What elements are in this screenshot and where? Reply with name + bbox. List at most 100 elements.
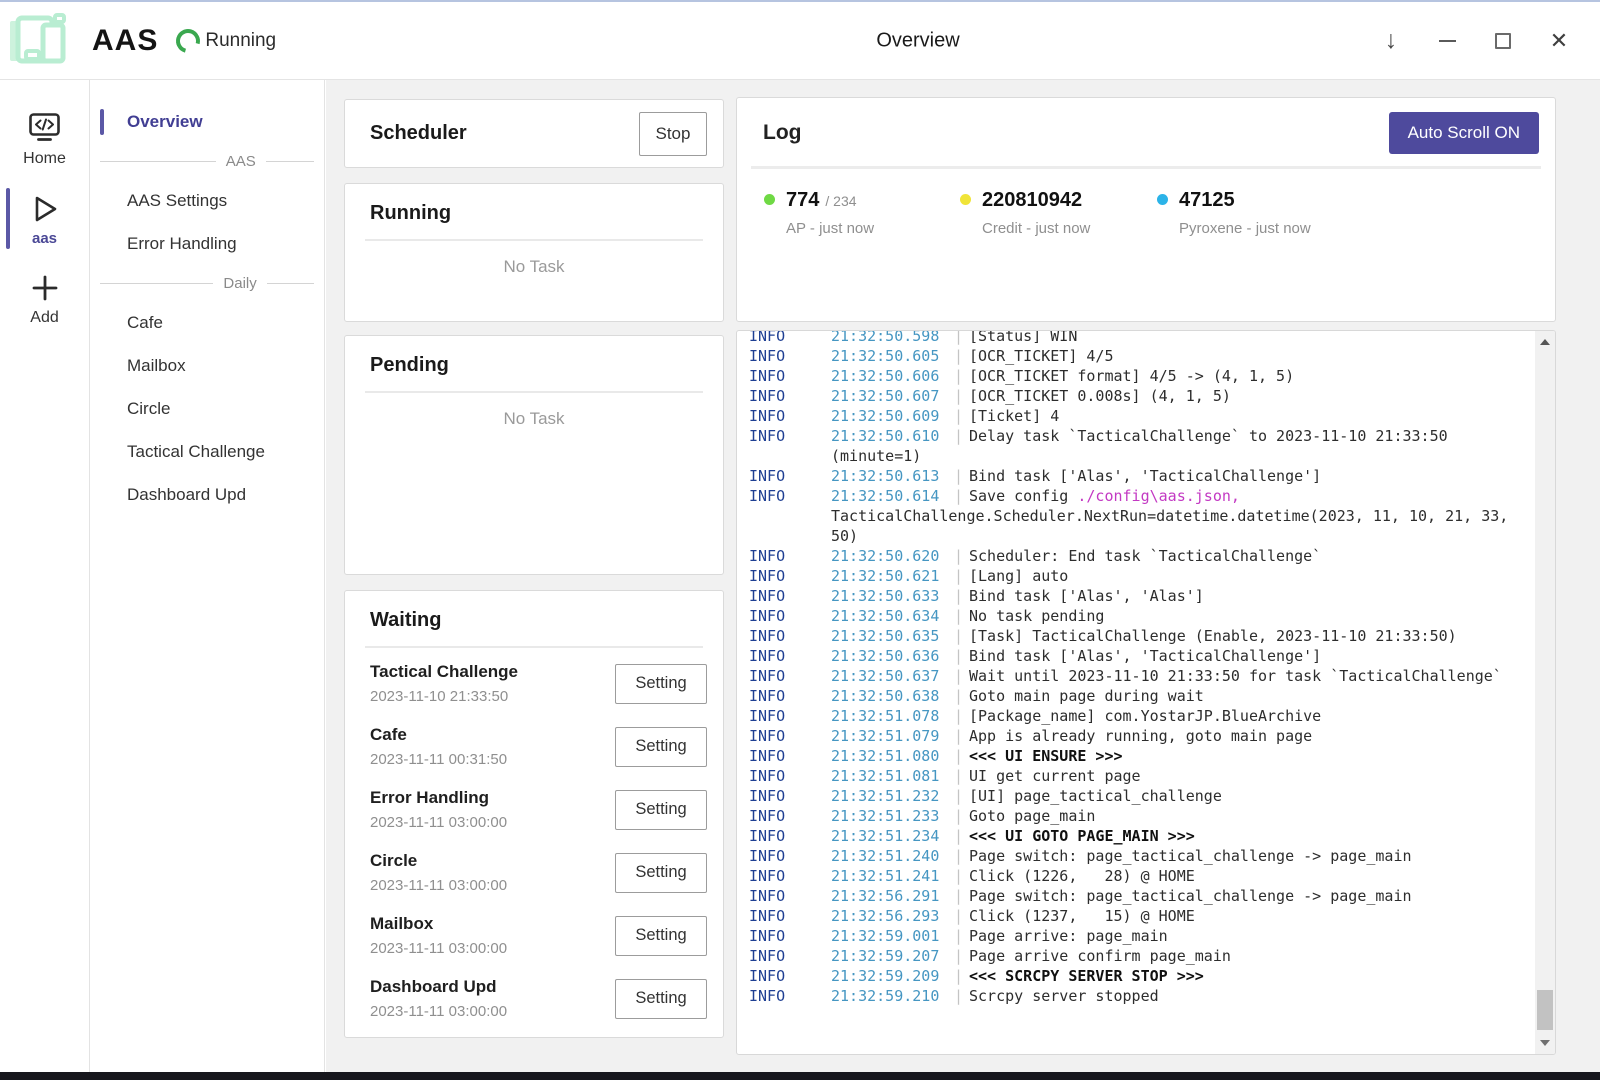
log-line: INFO21:32:50.605|[OCR_TICKET] 4/5 (749, 346, 1535, 366)
log-timestamp: 21:32:51.078 (831, 706, 954, 726)
log-separator: | (954, 606, 969, 626)
log-timestamp: 21:32:50.606 (831, 366, 954, 386)
task-next-run-time: 2023-11-11 03:00:00 (370, 877, 507, 895)
log-separator: | (954, 586, 969, 606)
setting-button[interactable]: Setting (615, 664, 707, 704)
task-next-run-time: 2023-11-10 21:33:50 (370, 688, 518, 706)
log-separator: | (954, 646, 969, 666)
app-name: AAS (92, 24, 158, 58)
log-line: INFO21:32:51.078|[Package_name] com.Yost… (749, 706, 1535, 726)
nav-item-label: Dashboard Upd (127, 485, 246, 504)
log-scrollbar[interactable] (1535, 331, 1555, 1054)
stat-item: 774 / 234 AP - just now (764, 189, 960, 237)
log-timestamp: 21:32:50.607 (831, 386, 954, 406)
log-message: Click (1226, 28) @ HOME (969, 867, 1195, 885)
task-info: Mailbox2023-11-11 03:00:00 (370, 913, 507, 958)
pending-title: Pending (370, 354, 723, 377)
auto-scroll-button[interactable]: Auto Scroll ON (1389, 112, 1539, 154)
task-next-run-time: 2023-11-11 03:00:00 (370, 940, 507, 958)
log-line: INFO21:32:50.614|Save config ./config\aa… (749, 486, 1535, 546)
log-separator: | (954, 406, 969, 426)
separator-line (100, 283, 213, 284)
nav-item-dashboard-upd[interactable]: Dashboard Upd (90, 476, 324, 514)
log-message: Click (1237, 15) @ HOME (969, 907, 1195, 925)
log-message: Wait until 2023-11-10 21:33:50 for task … (969, 667, 1502, 685)
setting-button[interactable]: Setting (615, 790, 707, 830)
log-timestamp: 21:32:51.080 (831, 746, 954, 766)
rail-item-label: aas (32, 230, 57, 247)
log-level: INFO (749, 386, 831, 406)
log-line: INFO21:32:51.240|Page switch: page_tacti… (749, 846, 1535, 866)
log-level: INFO (749, 966, 831, 986)
log-message: Bind task ['Alas', 'Alas'] (969, 587, 1204, 605)
setting-button[interactable]: Setting (615, 916, 707, 956)
minimize-icon[interactable] (1432, 26, 1462, 56)
nav-item-tactical-challenge[interactable]: Tactical Challenge (90, 433, 324, 471)
log-level: INFO (749, 486, 831, 546)
log-timestamp: 21:32:50.614 (831, 486, 954, 506)
nav-item-mailbox[interactable]: Mailbox (90, 347, 324, 385)
log-timestamp: 21:32:50.638 (831, 686, 954, 706)
log-line: INFO21:32:50.634|No task pending (749, 606, 1535, 626)
stat-value-row: 774 / 234 (764, 189, 960, 212)
stat-label: AP - just now (786, 220, 960, 237)
log-message: Goto page_main (969, 807, 1095, 825)
nav-item-overview[interactable]: Overview (90, 103, 324, 141)
log-level: INFO (749, 546, 831, 566)
stat-value: 47125 (1179, 189, 1235, 212)
waiting-task-row: Tactical Challenge2023-11-10 21:33:50Set… (370, 652, 707, 715)
log-line: INFO21:32:50.598|[Status] WIN (749, 330, 1535, 346)
setting-button[interactable]: Setting (615, 853, 707, 893)
stat-total: / 234 (825, 193, 856, 209)
scrollbar-up-arrow-icon[interactable] (1535, 333, 1555, 351)
stat-dot-icon (1157, 194, 1168, 205)
nav-item-circle[interactable]: Circle (90, 390, 324, 428)
log-separator: | (954, 926, 969, 946)
nav-separator: Daily (100, 275, 314, 292)
scheduler-status-text: Running (205, 30, 276, 52)
log-message: Scrcpy server stopped (969, 987, 1159, 1005)
nav-item-cafe[interactable]: Cafe (90, 304, 324, 342)
log-line: INFO21:32:50.613|Bind task ['Alas', 'Tac… (749, 466, 1535, 486)
running-empty-text: No Task (345, 257, 723, 277)
setting-button[interactable]: Setting (615, 979, 707, 1019)
rail-item-add[interactable]: Add (0, 259, 89, 339)
stat-value: 774 (786, 189, 819, 212)
nav-item-aas-settings[interactable]: AAS Settings (90, 182, 324, 220)
rail-item-aas[interactable]: aas (0, 180, 89, 259)
task-next-run-time: 2023-11-11 00:31:50 (370, 751, 507, 769)
log-timestamp: 21:32:51.240 (831, 846, 954, 866)
log-rest: 21:32:59.001|Page arrive: page_main (831, 926, 1535, 946)
log-rest: 21:32:50.605|[OCR_TICKET] 4/5 (831, 346, 1535, 366)
nav-item-error-handling[interactable]: Error Handling (90, 225, 324, 263)
stop-button[interactable]: Stop (639, 112, 707, 156)
nav-item-label: Overview (127, 112, 203, 131)
log-message: Page arrive confirm page_main (969, 947, 1231, 965)
log-timestamp: 21:32:59.207 (831, 946, 954, 966)
log-level: INFO (749, 626, 831, 646)
log-message: Scheduler: End task `TacticalChallenge` (969, 547, 1321, 565)
maximize-icon[interactable] (1488, 26, 1518, 56)
download-icon[interactable]: ↓ (1376, 26, 1406, 56)
log-separator: | (954, 366, 969, 386)
rail-item-home[interactable]: Home (0, 100, 89, 180)
log-separator: | (954, 806, 969, 826)
log-line: INFO21:32:50.609|[Ticket] 4 (749, 406, 1535, 426)
log-timestamp: 21:32:51.234 (831, 826, 954, 846)
log-message: Bind task ['Alas', 'TacticalChallenge'] (969, 467, 1321, 485)
log-timestamp: 21:32:50.636 (831, 646, 954, 666)
close-icon[interactable]: ✕ (1544, 26, 1574, 56)
log-level: INFO (749, 466, 831, 486)
task-name: Dashboard Upd (370, 976, 507, 998)
scrollbar-down-arrow-icon[interactable] (1535, 1034, 1555, 1052)
log-rest: 21:32:51.081|UI get current page (831, 766, 1535, 786)
code-monitor-icon (26, 110, 63, 148)
pending-empty-text: No Task (345, 409, 723, 429)
waiting-title: Waiting (370, 609, 723, 632)
scrollbar-thumb[interactable] (1537, 990, 1553, 1030)
setting-button[interactable]: Setting (615, 727, 707, 767)
log-separator: | (954, 706, 969, 726)
log-rest: 21:32:50.598|[Status] WIN (831, 330, 1535, 346)
log-message: [UI] page_tactical_challenge (969, 787, 1222, 805)
log-message: UI get current page (969, 767, 1141, 785)
